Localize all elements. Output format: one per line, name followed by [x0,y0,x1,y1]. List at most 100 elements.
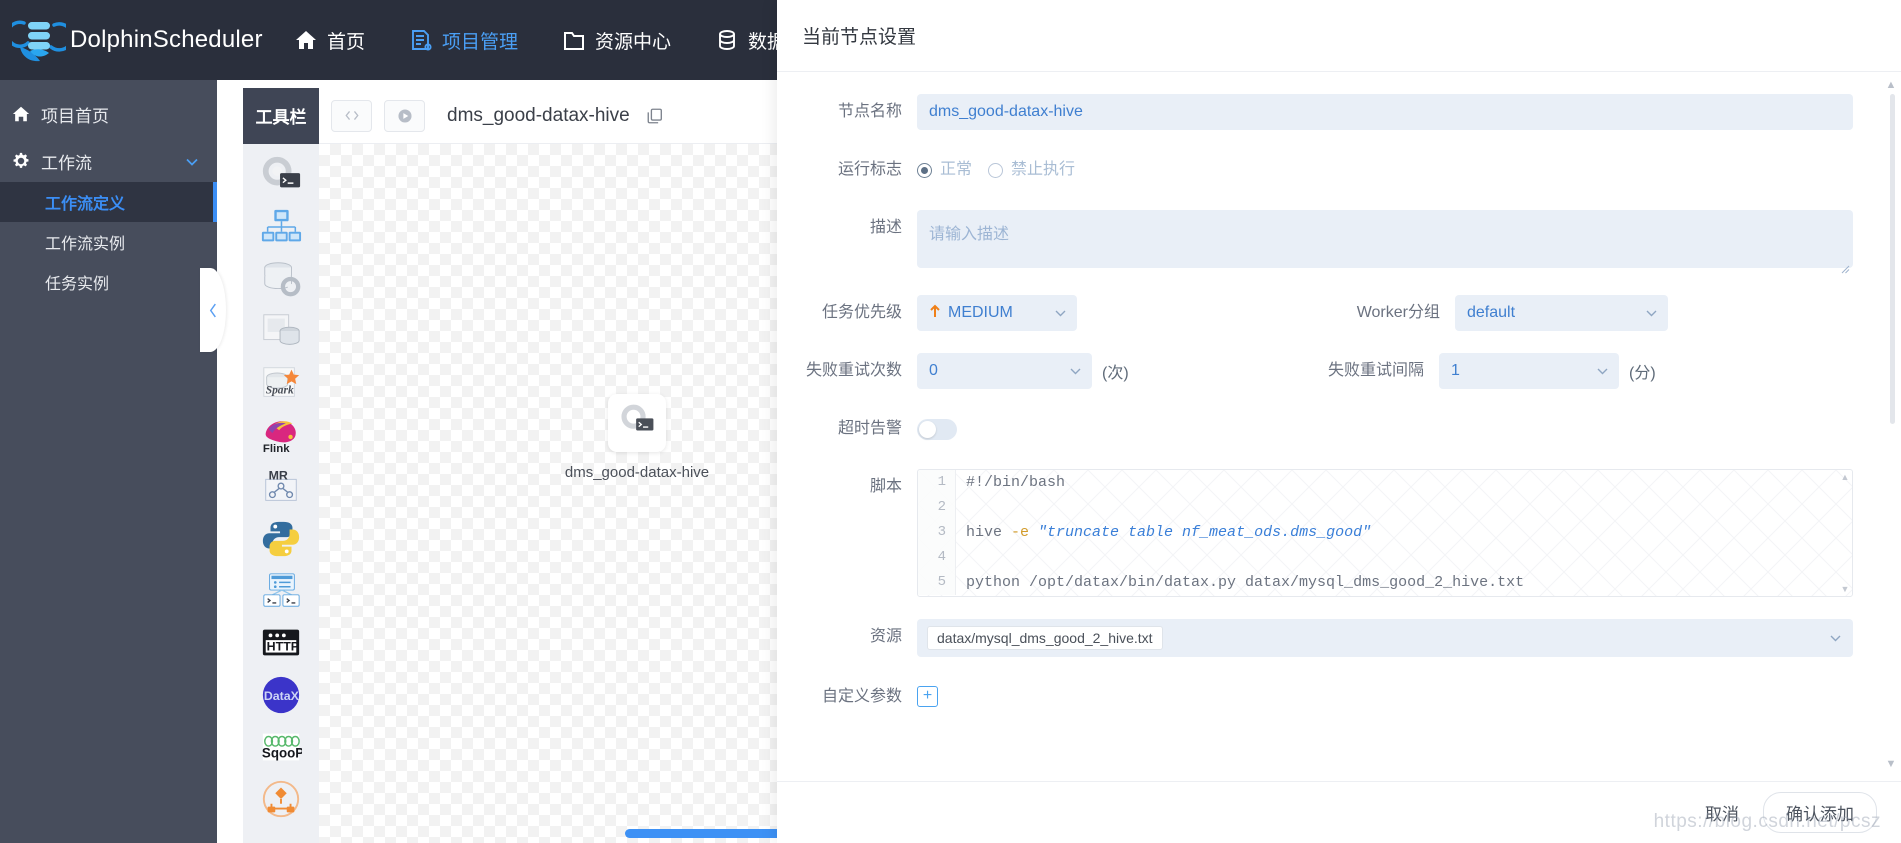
script-token-flag: -e [1011,524,1039,541]
code-view-button[interactable] [331,99,372,132]
palette-mr-icon[interactable]: MR [258,464,304,510]
sidebar-item-task-instance[interactable]: 任务实例 [0,262,217,302]
sidebar-item-project-home[interactable]: 项目首页 [0,88,217,140]
script-line-number: 2 [918,495,956,520]
shell-task-icon [618,402,656,445]
worker-group-value: default [1467,304,1516,321]
field-custom-params: 自定义参数 + [777,679,1853,715]
field-retry-row: 失败重试次数 0 (次) 失败重试间隔 1 (分) [777,353,1853,389]
priority-select[interactable]: MEDIUM [917,295,1077,331]
brand[interactable]: DolphinScheduler [0,13,272,67]
panel-body: ▲ ▼ 节点名称 运行标志 正常 [777,72,1901,781]
sidebar-item-workflow-definition[interactable]: 工作流定义 [0,182,217,222]
script-line-code: #!/bin/bash [966,474,1066,491]
script-token-string: "truncate table nf_meat_ods.dms_good" [1038,524,1372,541]
description-textarea[interactable] [917,210,1853,268]
timeout-alarm-toggle[interactable] [917,419,957,440]
copy-icon[interactable] [646,107,664,125]
nav-item-project[interactable]: 项目管理 [387,0,540,80]
script-scroll-down-arrow[interactable]: ▼ [1840,584,1850,594]
worker-group-select[interactable]: default [1455,295,1668,331]
panel-scroll-down-arrow[interactable]: ▼ [1884,757,1898,771]
palette-shell-task-icon[interactable] [258,152,304,198]
cancel-button[interactable]: 取消 [1695,794,1749,831]
radio-run-flag-forbidden[interactable]: 禁止执行 [988,152,1075,188]
dolphin-logo-icon [6,13,74,67]
sidebar-label-project-home: 项目首页 [41,106,109,126]
svg-text:Flink: Flink [263,443,290,455]
palette-flink-icon[interactable]: Flink [258,412,304,458]
palette-python-icon[interactable] [258,516,304,562]
panel-footer: 取消 确认添加 https://blog.csdn.net/pcsz [777,781,1901,843]
palette-procedure-icon[interactable] [258,256,304,302]
run-flag-radio-group: 正常 禁止执行 [917,152,1853,188]
palette-http-icon[interactable]: HTTP [258,620,304,666]
chevron-down-icon [1069,365,1082,378]
panel-scroll-up-arrow[interactable]: ▲ [1884,78,1898,92]
toolbar-tab[interactable]: 工具栏 [243,87,319,144]
chevron-down-icon [1596,365,1609,378]
label-description: 描述 [869,219,902,236]
field-resource: 资源 datax/mysql_dms_good_2_hive.txt [777,619,1853,657]
node-name-input[interactable] [917,94,1853,130]
add-custom-param-button[interactable]: + [917,686,938,707]
chevron-down-icon [1829,632,1842,645]
radio-label-normal: 正常 [940,161,973,178]
panel-header: 当前节点设置 [777,0,1901,72]
nav-label-resource: 资源中心 [595,31,672,53]
retry-times-select[interactable]: 0 [917,353,1092,389]
script-line: 5 python /opt/datax/bin/datax.py datax/m… [918,570,1852,595]
dag-node[interactable]: dms_good-datax-hive [565,394,709,481]
palette-sub-process-icon[interactable] [258,204,304,250]
sidebar-label-workflow-definition: 工作流定义 [45,196,126,213]
dag-node-label: dms_good-datax-hive [564,464,710,481]
task-palette: Spark Flink MR HTTP DataX SqooP [243,144,319,843]
palette-datax-icon[interactable]: DataX [258,672,304,718]
sidebar-item-workflow[interactable]: 工作流 [0,140,217,182]
script-scroll-up-arrow[interactable]: ▲ [1840,472,1850,482]
palette-dependent-icon[interactable] [258,568,304,614]
script-line: 2 [918,495,1852,520]
script-line-code: hive -e "truncate table nf_meat_ods.dms_… [956,524,1371,541]
database-icon [715,28,739,52]
retry-times-unit: (次) [1102,365,1129,382]
field-priority-worker-row: 任务优先级 MEDIUM Worker分组 default [777,295,1853,331]
sidebar-item-workflow-instance[interactable]: 工作流实例 [0,222,217,262]
nav-item-home[interactable]: 首页 [272,0,387,80]
toggle-knob [919,421,936,438]
label-script: 脚本 [869,478,902,495]
dag-node-box[interactable] [608,394,666,452]
label-custom-params: 自定义参数 [821,688,902,705]
svg-text:MR: MR [269,468,288,482]
label-retry-times: 失败重试次数 [805,362,902,379]
chevron-down-icon [1645,307,1658,320]
radio-label-forbidden: 禁止执行 [1011,161,1076,178]
resource-tag[interactable]: datax/mysql_dms_good_2_hive.txt [927,626,1163,650]
svg-text:HTTP: HTTP [267,640,299,654]
radio-run-flag-normal[interactable]: 正常 [917,152,972,188]
label-resource: 资源 [869,628,902,645]
confirm-add-button[interactable]: 确认添加 [1763,792,1877,833]
panel-scrollbar[interactable] [1890,94,1895,654]
retry-interval-select[interactable]: 1 [1439,353,1619,389]
svg-text:DataX: DataX [264,689,300,703]
script-line-number: 4 [918,545,956,570]
script-editor[interactable]: 1 #!/bin/bash 2 3 hive -e "truncate tabl… [917,469,1853,597]
home-icon [294,28,318,52]
palette-spark-icon[interactable]: Spark [258,360,304,406]
svg-text:Spark: Spark [266,385,294,397]
resource-select[interactable]: datax/mysql_dms_good_2_hive.txt [917,619,1853,657]
palette-sqoop-icon[interactable]: SqooP [258,724,304,770]
panel-scrollbar-thumb[interactable] [1890,94,1895,424]
palette-sql-icon[interactable] [258,308,304,354]
nav-item-resource[interactable]: 资源中心 [540,0,693,80]
script-line-number: 5 [918,570,956,595]
script-line: 4 [918,545,1852,570]
panel-title: 当前节点设置 [802,27,917,48]
run-button[interactable] [384,99,425,132]
radio-dot-icon [988,162,1004,178]
sidebar-label-workflow-instance: 工作流实例 [45,236,126,253]
palette-conditions-icon[interactable] [258,776,304,822]
script-token-command: hive [966,524,1012,541]
label-worker-group: Worker分组 [1356,304,1440,321]
